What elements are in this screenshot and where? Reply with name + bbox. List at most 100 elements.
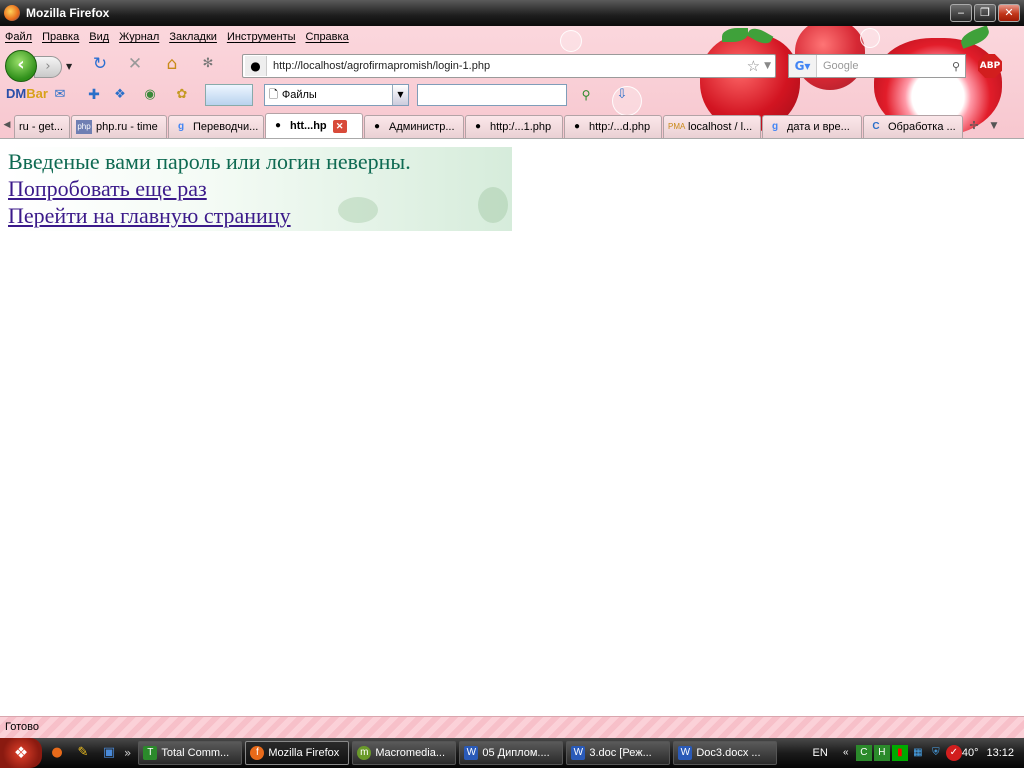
url-text[interactable]: http://localhost/agrofirmapromish/login-… [273,60,747,72]
search-box[interactable]: G▾ Google ⚲ [788,54,966,78]
tools-icon[interactable]: ✿ [172,85,192,105]
menu-bookmarks[interactable]: Закладки [164,31,222,43]
tab-6[interactable]: ● http:/...1.php [465,115,563,138]
tab-1[interactable]: ru - get... [14,115,70,138]
site-identity-icon[interactable]: ● [245,56,267,76]
task-firefox[interactable]: f Mozilla Firefox [245,741,350,765]
dmbar-label-b: Bar [26,86,48,101]
back-button[interactable]: ‹ [5,50,37,82]
close-tab-icon[interactable]: ✕ [332,119,347,133]
system-tray: EN « C H ▮ ▦ ⛨ ✓ 40° 13:12 [813,738,1024,768]
tray-app-icon[interactable]: C [855,745,872,761]
document-icon: 🗋 [269,87,278,101]
error-message: Введеные вами пароль или логин неверны. [8,149,411,174]
menu-history[interactable]: Журнал [114,31,164,43]
google-icon[interactable]: G▾ [789,55,817,77]
tab-scroll-left-icon[interactable]: ◀ [0,114,14,138]
tab-2[interactable]: php php.ru - time [71,115,167,138]
browser-chrome: Файл Правка Вид Журнал Закладки Инструме… [0,26,1024,138]
download-icon[interactable]: ⇩ [612,85,632,105]
page-content: Введеные вами пароль или логин неверны. … [0,139,1024,716]
new-tab-icon[interactable]: ✢ [964,116,984,138]
clock[interactable]: 13:12 [986,747,1014,759]
dmbar-button[interactable]: DMBar [6,86,48,101]
tray-monitor-icon[interactable]: ▮ [891,745,908,761]
search-placeholder[interactable]: Google [823,60,947,72]
task-word-3doc[interactable]: W 3.doc [Реж... [566,741,671,765]
history-dropdown-icon[interactable]: ▼ [66,62,72,71]
bookmark-manager-icon[interactable]: ❖ [110,85,130,105]
restore-button[interactable]: ❐ [974,4,996,22]
menu-edit[interactable]: Правка [37,31,84,43]
task-word-diploma[interactable]: W 05 Диплом.... [459,741,564,765]
globe-icon[interactable]: ◉ [140,85,160,105]
tab-label: Переводчи... [193,121,259,133]
bubble-decoration [860,28,880,48]
task-macromedia[interactable]: m Macromedia... [352,741,457,765]
tab-label: дата и вре... [787,121,850,133]
spy-icon: ● [474,121,482,132]
tab-4-active[interactable]: ● htt...hp ✕ [265,113,363,138]
network-icon[interactable]: ▦ [910,745,926,761]
bookmark-star-icon[interactable]: ☆ [747,57,760,75]
task-word-doc3[interactable]: W Doc3.docx ... [673,741,778,765]
url-bar[interactable]: ● http://localhost/agrofirmapromish/logi… [242,54,776,78]
url-dropdown-icon[interactable]: ▼ [764,61,771,71]
menu-view[interactable]: Вид [84,31,114,43]
retry-link[interactable]: Попробовать еще раз [8,176,207,202]
dmbar-tool-icon[interactable]: ✉ [50,85,70,105]
quicklaunch-more-icon[interactable]: » [124,746,131,760]
tray-expand-icon[interactable]: « [838,745,854,761]
php-icon: php [76,120,92,134]
stop-icon[interactable]: ✕ [125,54,145,74]
tab-list-icon[interactable]: ▼ [984,116,1004,138]
adblock-plus-icon[interactable]: ABP [978,54,1002,78]
leaf-decoration [478,187,508,223]
tab-9[interactable]: g дата и вре... [762,115,862,138]
firefox-quicklaunch-icon[interactable]: ● [46,742,68,764]
quicklaunch-icon[interactable]: ▣ [98,742,120,764]
window-titlebar: Mozilla Firefox ‒ ❐ ✕ [0,0,1024,26]
tab-label: ru - get... [19,121,64,133]
add-icon[interactable]: ✚ [84,85,104,105]
temperature: 40° [961,747,979,759]
files-select[interactable]: 🗋 Файлы ▼ [264,84,409,106]
minimize-button[interactable]: ‒ [950,4,972,22]
firefox-logo-icon [4,5,20,21]
screenshot-tool-button[interactable] [205,84,253,106]
shield-icon[interactable]: ⛨ [928,745,944,761]
window-controls: ‒ ❐ ✕ [950,4,1020,22]
antivirus-icon[interactable]: ✓ [945,745,962,761]
menu-file[interactable]: Файл [0,31,37,43]
language-indicator[interactable]: EN [813,747,828,759]
home-icon[interactable]: ⌂ [162,54,182,74]
tab-8[interactable]: PMA localhost / l... [663,115,761,138]
toolbar-text-input[interactable] [417,84,567,106]
tab-7[interactable]: ● http:/...d.php [564,115,662,138]
tab-10[interactable]: C Обработка ... [863,115,963,138]
menu-tools[interactable]: Инструменты [222,31,301,43]
tab-label: localhost / l... [688,121,753,133]
tab-5[interactable]: ● Администр... [364,115,464,138]
reload-icon[interactable]: ↻ [90,54,110,74]
tray-app-icon[interactable]: H [873,745,890,761]
task-total-commander[interactable]: T Total Comm... [138,741,243,765]
tab-3[interactable]: g Переводчи... [168,115,264,138]
forward-button[interactable]: › [34,56,62,78]
addon-icon[interactable]: ✻ [198,54,218,74]
firefox-icon: f [250,746,265,760]
menu-help[interactable]: Справка [301,31,354,43]
task-label: 05 Диплом.... [482,747,550,759]
chevron-down-icon[interactable]: ▼ [392,85,408,105]
search-icon[interactable]: ⚲ [947,60,965,73]
start-button[interactable]: ❖ [0,738,42,768]
status-text: Готово [5,721,39,733]
google-icon: g [771,121,779,132]
magnifier-icon[interactable]: ⚲ [576,85,596,105]
quicklaunch-icon[interactable]: ✎ [72,742,94,764]
google-icon: g [177,121,185,132]
menu-bar: Файл Правка Вид Журнал Закладки Инструме… [0,28,354,46]
leaf-decoration [338,197,378,223]
home-link[interactable]: Перейти на главную страницу [8,203,291,229]
close-window-button[interactable]: ✕ [998,4,1020,22]
